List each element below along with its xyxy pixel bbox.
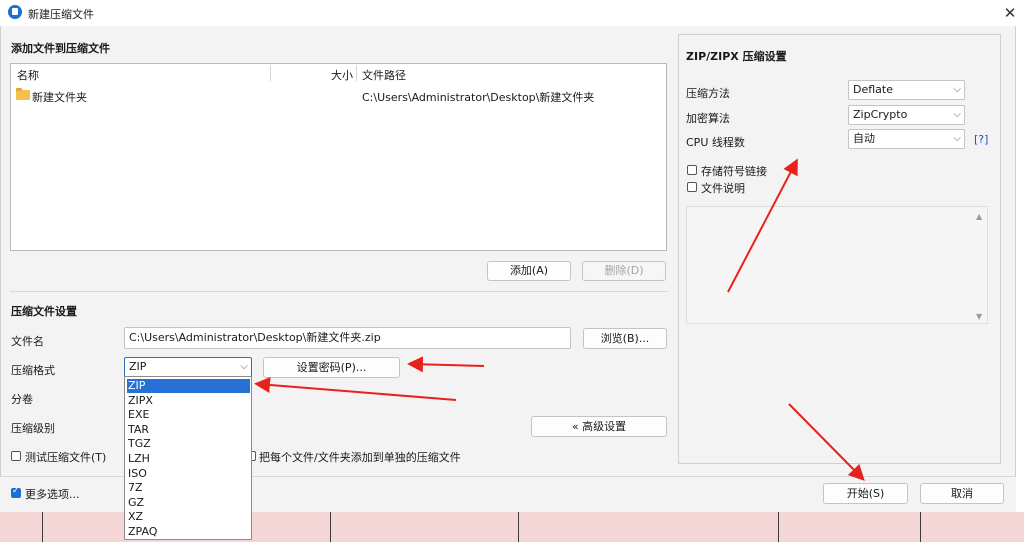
title-bar bbox=[0, 0, 1024, 26]
method-label: 压缩方法 bbox=[686, 87, 730, 100]
encryption-select[interactable]: ZipCrypto ⌵ bbox=[848, 105, 965, 125]
description-box[interactable] bbox=[686, 206, 988, 324]
filename-input[interactable]: C:\Users\Administrator\Desktop\新建文件夹.zip bbox=[124, 327, 571, 349]
format-option-tgz[interactable]: TGZ bbox=[127, 437, 250, 451]
test-archive-label: 测试压缩文件(T) bbox=[25, 451, 107, 464]
more-options-checkbox[interactable] bbox=[11, 486, 21, 498]
threads-help-link[interactable]: [?] bbox=[974, 133, 988, 146]
test-archive-checkbox[interactable] bbox=[11, 451, 21, 461]
add-files-section-title: 添加文件到压缩文件 bbox=[11, 42, 110, 55]
advanced-settings-button[interactable]: « 高级设置 bbox=[531, 416, 667, 437]
store-symlinks-checkbox[interactable] bbox=[687, 165, 697, 175]
method-select[interactable]: Deflate ⌵ bbox=[848, 80, 965, 100]
section-divider bbox=[10, 291, 667, 292]
format-option-zip[interactable]: ZIP bbox=[127, 379, 250, 393]
folder-icon bbox=[16, 88, 30, 100]
format-select[interactable]: ZIP ⌵ bbox=[124, 357, 252, 377]
threads-label: CPU 线程数 bbox=[686, 136, 745, 149]
more-options-label: 更多选项... bbox=[25, 488, 80, 501]
chevron-down-icon: ⌵ bbox=[953, 133, 961, 144]
format-select-value: ZIP bbox=[129, 360, 147, 373]
window-title: 新建压缩文件 bbox=[28, 8, 94, 21]
format-option-lzh[interactable]: LZH bbox=[127, 452, 250, 466]
scroll-down-icon[interactable]: ▼ bbox=[976, 312, 982, 321]
compression-level-label: 压缩级别 bbox=[11, 422, 55, 435]
file-comment-label: 文件说明 bbox=[701, 182, 745, 195]
file-row-name[interactable]: 新建文件夹 bbox=[32, 89, 87, 105]
delete-button[interactable]: 删除(D) bbox=[582, 261, 666, 281]
format-option-exe[interactable]: EXE bbox=[127, 408, 250, 422]
close-icon[interactable]: ✕ bbox=[998, 2, 1022, 24]
column-header-size[interactable]: 大小 bbox=[331, 67, 353, 83]
chevron-down-icon: ⌵ bbox=[953, 109, 961, 120]
set-password-button[interactable]: 设置密码(P)... bbox=[263, 357, 400, 378]
split-label: 分卷 bbox=[11, 393, 33, 406]
archive-settings-title: 压缩文件设置 bbox=[11, 305, 77, 318]
column-header-name[interactable]: 名称 bbox=[17, 67, 39, 83]
add-button[interactable]: 添加(A) bbox=[487, 261, 571, 281]
format-option-gz[interactable]: GZ bbox=[127, 496, 250, 510]
format-option-tar[interactable]: TAR bbox=[127, 423, 250, 437]
chevron-down-icon: ⌵ bbox=[953, 84, 961, 95]
format-option-zipx[interactable]: ZIPX bbox=[127, 394, 250, 408]
encryption-label: 加密算法 bbox=[686, 112, 730, 125]
browse-button[interactable]: 浏览(B)... bbox=[583, 328, 667, 349]
separate-archives-label: 把每个文件/文件夹添加到单独的压缩文件 bbox=[259, 451, 461, 464]
column-separator bbox=[270, 65, 271, 81]
app-icon bbox=[8, 5, 22, 19]
file-row-path: C:\Users\Administrator\Desktop\新建文件夹 bbox=[362, 91, 595, 104]
threads-select[interactable]: 自动 ⌵ bbox=[848, 129, 965, 149]
chevron-down-icon: ⌵ bbox=[240, 361, 248, 372]
format-option-xz[interactable]: XZ bbox=[127, 510, 250, 524]
format-option-zpaq[interactable]: ZPAQ bbox=[127, 525, 250, 539]
method-select-value: Deflate bbox=[853, 83, 893, 96]
zip-settings-title: ZIP/ZIPX 压缩设置 bbox=[686, 50, 787, 63]
scroll-up-icon[interactable]: ▲ bbox=[976, 212, 982, 221]
column-separator bbox=[356, 65, 357, 81]
store-symlinks-label: 存储符号链接 bbox=[701, 165, 767, 178]
column-header-path[interactable]: 文件路径 bbox=[362, 67, 406, 83]
threads-select-value: 自动 bbox=[853, 132, 875, 145]
format-option-7z[interactable]: 7Z bbox=[127, 481, 250, 495]
filename-label: 文件名 bbox=[11, 335, 44, 348]
start-button[interactable]: 开始(S) bbox=[823, 483, 908, 504]
format-dropdown-list: ZIP ZIPX EXE TAR TGZ LZH ISO 7Z GZ XZ ZPAQ bbox=[124, 376, 252, 540]
format-option-iso[interactable]: ISO bbox=[127, 467, 250, 481]
format-label: 压缩格式 bbox=[11, 364, 55, 377]
file-comment-checkbox[interactable] bbox=[687, 182, 697, 192]
encryption-select-value: ZipCrypto bbox=[853, 108, 908, 121]
cancel-button[interactable]: 取消 bbox=[920, 483, 1004, 504]
